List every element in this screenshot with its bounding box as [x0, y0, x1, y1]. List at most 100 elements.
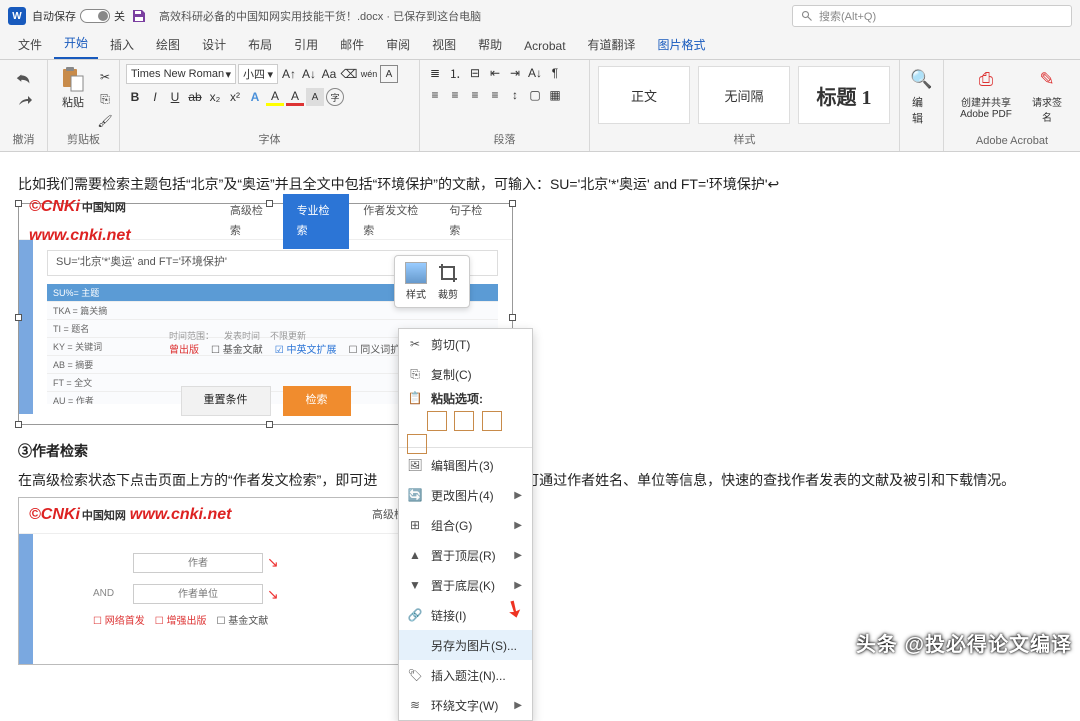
tab-translate[interactable]: 有道翻译 — [578, 32, 646, 59]
copy-icon[interactable]: ⎘ — [96, 90, 114, 108]
phonetic-icon[interactable]: wén — [360, 65, 378, 83]
ck-enhanced[interactable]: ☐ 增强出版 — [155, 613, 207, 631]
acrobat-create-button[interactable]: ⎙ 创建并共享 Adobe PDF — [950, 64, 1022, 122]
paste-opt-3[interactable] — [482, 411, 502, 431]
cnki-filter-fund[interactable]: ☐ 基金文献 — [211, 342, 263, 360]
cut-icon[interactable]: ✂ — [96, 68, 114, 86]
font-name-select[interactable]: Times New Roman▾ — [126, 64, 236, 84]
font-color-icon[interactable]: A — [286, 88, 304, 106]
picture-crop-button[interactable]: 裁剪 — [437, 262, 459, 301]
enclose-char-icon[interactable]: 字 — [326, 88, 344, 106]
ck-net[interactable]: ☐ 网络首发 — [93, 613, 145, 631]
ctx-bring-front[interactable]: ▲置于顶层(R)▶ — [399, 540, 532, 570]
ctx-cut[interactable]: ✂剪切(T) — [399, 329, 532, 359]
font-size-select[interactable]: 小四▾ — [238, 64, 278, 84]
style-normal[interactable]: 正文 — [598, 66, 690, 124]
underline-icon[interactable]: U — [166, 88, 184, 106]
superscript-icon[interactable]: x² — [226, 88, 244, 106]
sort-icon[interactable]: A↓ — [526, 64, 544, 82]
multilevel-icon[interactable]: ⊟ — [466, 64, 484, 82]
author-field[interactable]: 作者 — [133, 553, 263, 573]
picture-style-button[interactable]: 样式 — [405, 262, 427, 301]
shading-icon[interactable]: ▢ — [526, 86, 544, 104]
tab-insert[interactable]: 插入 — [100, 32, 144, 59]
shrink-font-icon[interactable]: A↓ — [300, 65, 318, 83]
char-shading-icon[interactable]: A — [306, 88, 324, 106]
clear-format-icon[interactable]: ⌫ — [340, 65, 358, 83]
tab-acrobat[interactable]: Acrobat — [514, 35, 575, 59]
style-nospace[interactable]: 无间隔 — [698, 66, 790, 124]
arrow-icon: ↘ — [267, 550, 279, 575]
tab-picture-format[interactable]: 图片格式 — [648, 32, 716, 59]
format-painter-icon[interactable]: 🖌 — [96, 112, 114, 130]
paste-opt-1[interactable] — [427, 411, 447, 431]
context-menu: ✂剪切(T) ⎘复制(C) 📋粘贴选项: 🖼编辑图片(3) 🔄更改图片(4)▶ … — [398, 328, 533, 721]
ctx-copy[interactable]: ⎘复制(C) — [399, 359, 532, 389]
change-case-icon[interactable]: Aa — [320, 65, 338, 83]
ctx-change-picture[interactable]: 🔄更改图片(4)▶ — [399, 480, 532, 510]
tab-review[interactable]: 审阅 — [376, 32, 420, 59]
text-effects-icon[interactable]: A — [246, 88, 264, 106]
autosave[interactable]: 自动保存 关 — [32, 8, 125, 24]
show-marks-icon[interactable]: ¶ — [546, 64, 564, 82]
strike-icon[interactable]: ab — [186, 88, 204, 106]
ck-fund[interactable]: ☐ 基金文献 — [217, 613, 269, 631]
tab-design[interactable]: 设计 — [192, 32, 236, 59]
paragraph-3: 在高级检索状态下点击页面上方的“作者发文检索”，即可进 可通过作者姓名、单位等信… — [18, 468, 1062, 493]
indent-inc-icon[interactable]: ⇥ — [506, 64, 524, 82]
redo-icon[interactable] — [15, 92, 33, 110]
bullets-icon[interactable]: ≣ — [426, 64, 444, 82]
search-box[interactable]: 搜索(Alt+Q) — [792, 5, 1072, 27]
document-body: 比如我们需要检索主题包括“北京”及“奥运”并且全文中包括“环境保护”的文献，可输… — [0, 152, 1080, 687]
edit-button[interactable]: 🔍 编辑 — [906, 64, 937, 128]
tab-file[interactable]: 文件 — [8, 32, 52, 59]
cnki-filter-bilingual[interactable]: ☑ 中英文扩展 — [275, 342, 337, 360]
align-center-icon[interactable]: ≡ — [446, 86, 464, 104]
line-spacing-icon[interactable]: ↕ — [506, 86, 524, 104]
cnki-search-button[interactable]: 检索 — [283, 386, 351, 416]
cnki-reset-button[interactable]: 重置条件 — [181, 386, 271, 416]
picture-style-icon — [405, 262, 427, 284]
numbering-icon[interactable]: ⒈ — [446, 64, 464, 82]
document-title: 高效科研必备的中国知网实用技能干货！.docx · 已保存到这台电脑 — [159, 8, 481, 24]
paste-opt-2[interactable] — [454, 411, 474, 431]
tab-mail[interactable]: 邮件 — [330, 32, 374, 59]
style-heading1[interactable]: 标题 1 — [798, 66, 890, 124]
highlight-icon[interactable]: A — [266, 88, 284, 106]
search-placeholder: 搜索(Alt+Q) — [819, 8, 876, 24]
acrobat-sign-button[interactable]: ✎ 请求签名 — [1026, 64, 1068, 126]
char-border-icon[interactable]: A — [380, 65, 398, 83]
subscript-icon[interactable]: x₂ — [206, 88, 224, 106]
and-label: AND — [93, 585, 123, 603]
tab-view[interactable]: 视图 — [422, 32, 466, 59]
align-left-icon[interactable]: ≡ — [426, 86, 444, 104]
group-clipboard: 粘贴 ✂ ⎘ 🖌 剪贴板 — [48, 60, 120, 151]
back-icon: ▼ — [407, 577, 423, 593]
ctx-edit-picture[interactable]: 🖼编辑图片(3) — [399, 450, 532, 480]
indent-dec-icon[interactable]: ⇤ — [486, 64, 504, 82]
author-unit-field[interactable]: 作者单位 — [133, 584, 263, 604]
save-icon[interactable] — [131, 8, 147, 24]
ctx-wrap-text[interactable]: ≋环绕文字(W)▶ — [399, 690, 532, 720]
tab-layout[interactable]: 布局 — [238, 32, 282, 59]
autosave-label: 自动保存 — [32, 8, 76, 24]
justify-icon[interactable]: ≡ — [486, 86, 504, 104]
undo-icon[interactable] — [15, 70, 33, 88]
ctx-group[interactable]: ⊞组合(G)▶ — [399, 510, 532, 540]
cnki-filter-pub[interactable]: 曾出版 — [169, 342, 199, 360]
tab-references[interactable]: 引用 — [284, 32, 328, 59]
tab-draw[interactable]: 绘图 — [146, 32, 190, 59]
borders-icon[interactable]: ▦ — [546, 86, 564, 104]
autosave-toggle[interactable] — [80, 9, 110, 23]
italic-icon[interactable]: I — [146, 88, 164, 106]
paste-button[interactable]: 粘贴 — [54, 64, 92, 112]
ribbon-tabs: 文件 开始 插入 绘图 设计 布局 引用 邮件 审阅 视图 帮助 Acrobat… — [0, 32, 1080, 60]
ctx-save-as-picture[interactable]: 另存为图片(S)... — [399, 630, 532, 660]
bold-icon[interactable]: B — [126, 88, 144, 106]
paste-icon — [60, 66, 86, 92]
align-right-icon[interactable]: ≡ — [466, 86, 484, 104]
grow-font-icon[interactable]: A↑ — [280, 65, 298, 83]
tab-help[interactable]: 帮助 — [468, 32, 512, 59]
group-font: Times New Roman▾ 小四▾ A↑ A↓ Aa ⌫ wén A B … — [120, 60, 420, 151]
tab-home[interactable]: 开始 — [54, 30, 98, 59]
